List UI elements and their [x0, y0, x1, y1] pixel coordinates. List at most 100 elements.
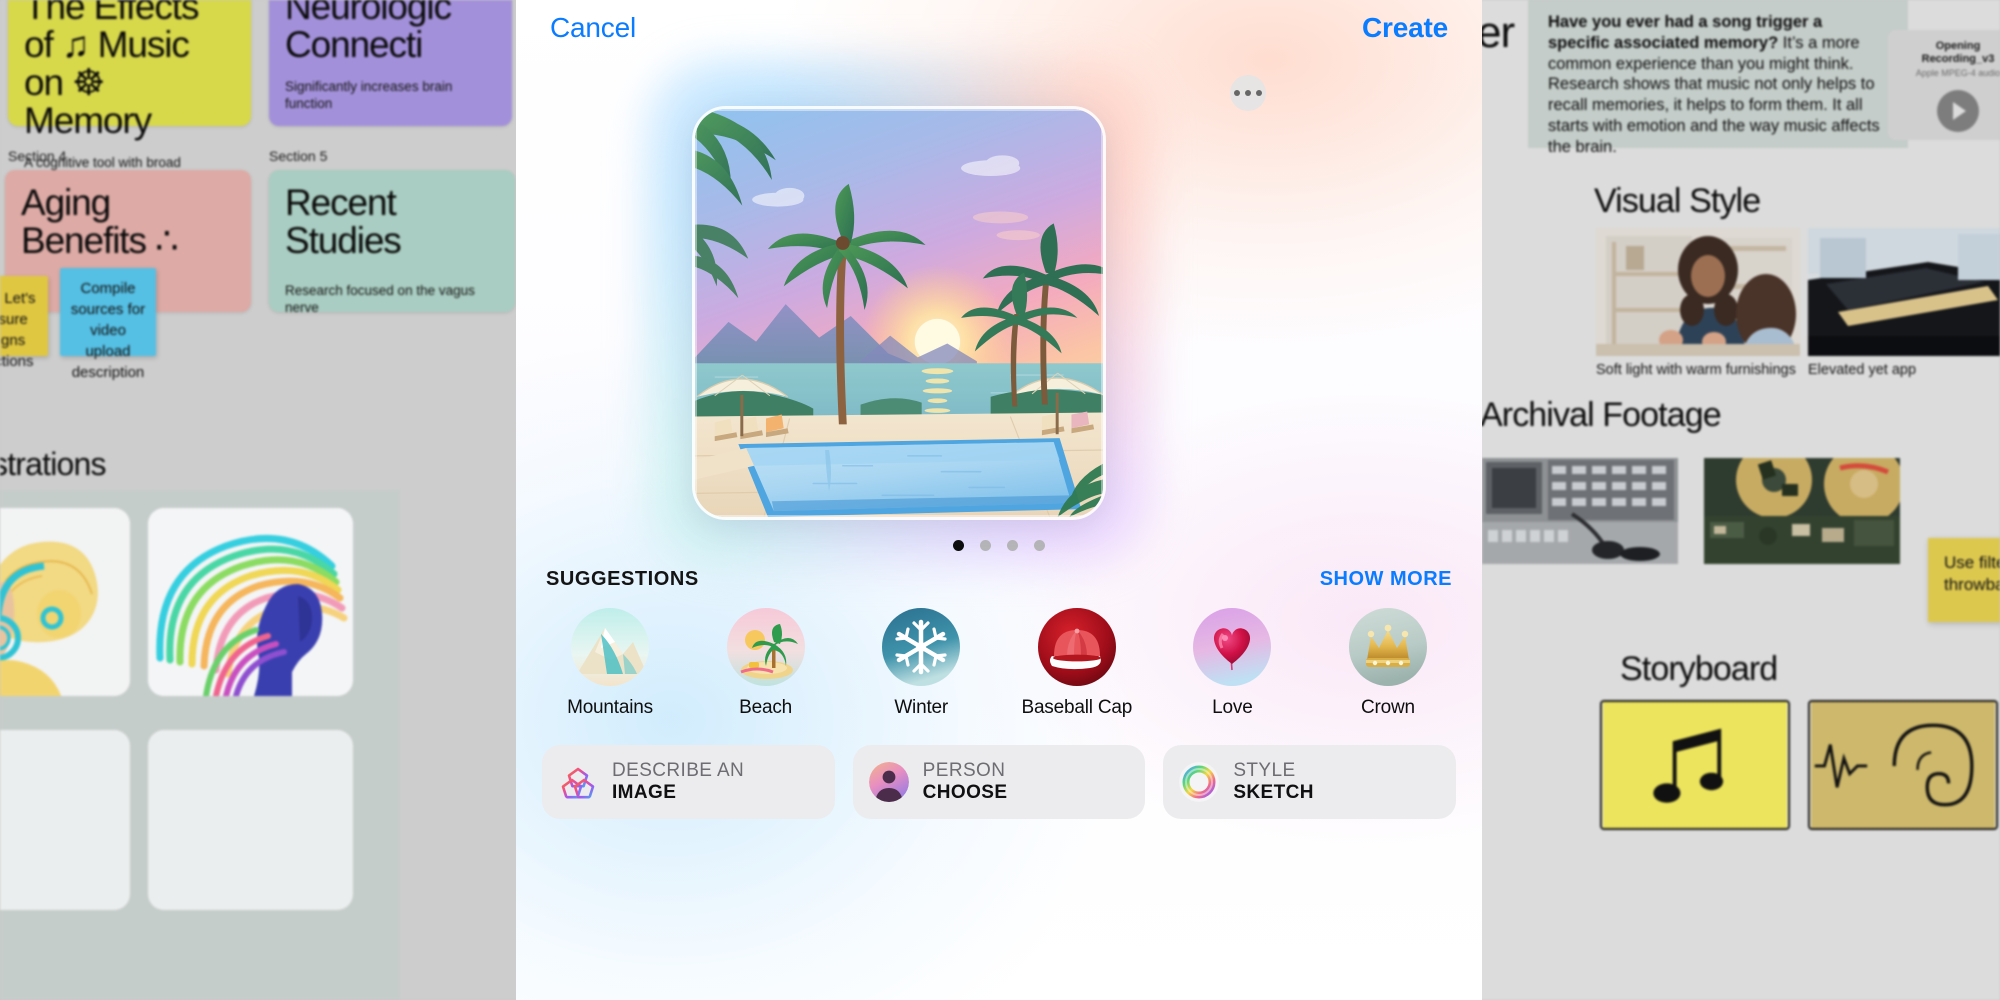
reference-photo[interactable]	[1596, 228, 1800, 356]
suggestion-label: Mountains	[567, 697, 653, 718]
more-options-button[interactable]	[1230, 75, 1266, 111]
describe-an-image-text: DESCRIBE AN IMAGE	[612, 760, 744, 803]
describe-an-image-button[interactable]: DESCRIBE AN IMAGE	[542, 745, 835, 819]
mountain-icon	[571, 608, 649, 686]
show-more-button[interactable]: SHOW MORE	[1320, 568, 1452, 591]
quote-rest: It’s a more common experience than you m…	[1548, 33, 1880, 156]
mountain-glyph	[571, 608, 649, 686]
archival-photo[interactable]	[1704, 458, 1900, 564]
play-icon[interactable]	[1937, 90, 1979, 133]
board-card[interactable]: The Effects of ♫ Music on ☸ Memory A cog…	[8, 0, 251, 188]
suggestion-crown[interactable]: Crown	[1318, 608, 1458, 719]
sticky-note[interactable]: A: Let's e sure aligns ections	[0, 276, 48, 370]
rainbow-hair-illustration	[148, 508, 353, 696]
ellipsis-dot-icon	[1233, 89, 1241, 97]
pill-line-1: PERSON	[922, 760, 1006, 782]
create-button[interactable]: Create	[1362, 12, 1448, 44]
board-card-title: Neurologic Connecti	[285, 0, 452, 66]
ear-waveform-sketch	[1810, 702, 1996, 828]
control-room-photo	[1482, 458, 1678, 564]
audio-attachment-chip[interactable]: Opening Recording_v3 Apple MPEG-4 audio	[1888, 30, 2000, 140]
suggestion-label: Baseball Cap	[1021, 697, 1133, 718]
cap-icon	[1037, 608, 1116, 686]
generated-image-container	[646, 60, 1152, 566]
board-card-title: The Effects of ♫ Music on ☸ Memory	[24, 0, 199, 142]
archival-photo[interactable]	[1482, 458, 1678, 564]
sheet-toolbar: Cancel Create	[516, 0, 1482, 56]
crown-icon	[1348, 608, 1427, 686]
audio-file-type: Apple MPEG-4 audio	[1915, 68, 2000, 79]
style-glyph	[1179, 762, 1220, 802]
beach-glyph	[726, 608, 805, 686]
style-sketch-button[interactable]: STYLE SKETCH	[1163, 745, 1457, 819]
piano-photo	[1808, 228, 2000, 356]
cancel-button[interactable]: Cancel	[550, 12, 636, 44]
pill-line-2: SKETCH	[1233, 782, 1314, 803]
pill-line-2: IMAGE	[612, 782, 677, 803]
suggestion-label: Winter	[894, 697, 949, 718]
suggestion-mountains[interactable]: Mountains	[540, 608, 680, 719]
illustration-tile[interactable]	[0, 730, 130, 910]
ellipsis-dot-icon	[1244, 89, 1252, 97]
crown-glyph	[1348, 608, 1427, 686]
ellipsis-dot-icon	[1255, 89, 1263, 97]
suggestion-label: Love	[1212, 697, 1253, 718]
snowflake-icon	[882, 608, 961, 686]
snowflake-glyph	[882, 608, 961, 686]
section-heading: Storyboard	[1620, 650, 1778, 688]
pager-dot-2[interactable]	[980, 540, 991, 551]
sticky-note[interactable]: Use filters for throwback clips	[1928, 538, 2000, 622]
quote-block: Have you ever had a song trigger a speci…	[1528, 0, 1908, 156]
style-icon	[1179, 762, 1220, 802]
board-card-title: Aging Benefits ∴	[21, 182, 179, 262]
heart-balloon-glyph	[1193, 608, 1272, 686]
suggestion-baseball-cap[interactable]: Baseball Cap	[1007, 608, 1147, 719]
illustration-tile[interactable]	[0, 508, 130, 696]
sticky-note[interactable]: Compile sources for video upload descrip…	[60, 268, 156, 381]
pool-sunset-illustration	[695, 109, 1103, 517]
pager-dot-3[interactable]	[1007, 540, 1018, 551]
person-choose-button[interactable]: PERSON CHOOSE	[852, 745, 1146, 819]
image-pager[interactable]	[516, 540, 1482, 551]
pager-dot-1[interactable]	[953, 540, 964, 551]
storyboard-frame[interactable]	[1808, 700, 1998, 830]
board-card[interactable]: Neurologic Connecti Significantly increa…	[269, 0, 512, 126]
person-glyph	[868, 762, 909, 802]
background-left-board: The Effects of ♫ Music on ☸ Memory A cog…	[0, 0, 520, 1000]
suggestion-label: Crown	[1361, 697, 1415, 718]
pager-dot-4[interactable]	[1034, 540, 1045, 551]
generated-image[interactable]	[692, 106, 1106, 520]
baseball-cap-glyph	[1037, 608, 1116, 686]
audio-file-name: Opening Recording_v3	[1921, 40, 1995, 66]
pill-line-2: CHOOSE	[922, 782, 1008, 803]
image-playground-sheet: Cancel Create SUGGESTIONS SHOW MORE Moun…	[516, 0, 1482, 1000]
board-card-subtitle: Significantly increases brain function	[285, 79, 453, 112]
beach-icon	[726, 608, 805, 686]
playground-glyph	[558, 762, 598, 802]
person-icon	[868, 762, 909, 802]
board-card-title: Recent Studies	[285, 182, 402, 262]
quote-text: Have you ever had a song trigger a speci…	[1548, 12, 1888, 157]
interview-photo	[1596, 228, 1800, 356]
reference-photo[interactable]	[1808, 228, 2000, 356]
person-choose-text: PERSON CHOOSE	[923, 760, 1008, 803]
illustration-tile[interactable]	[148, 730, 353, 910]
headphones-woman-illustration	[0, 508, 130, 696]
storyboard-frame[interactable]	[1600, 700, 1790, 830]
suggestion-label: Beach	[739, 697, 793, 718]
image-playground-icon	[558, 762, 598, 802]
suggestion-winter[interactable]: Winter	[851, 608, 991, 719]
section-label: Section 5	[269, 148, 328, 164]
illustration-tile[interactable]	[148, 508, 353, 696]
suggestions-title: SUGGESTIONS	[546, 568, 699, 590]
heart-balloon-icon	[1193, 608, 1272, 686]
prompt-controls-row: DESCRIBE AN IMAGE PERSON CHOOSE STYLE SK…	[516, 745, 1482, 819]
screen: The Effects of ♫ Music on ☸ Memory A cog…	[0, 0, 2000, 1000]
section-label: Section 4	[8, 148, 67, 164]
photo-caption: Elevated yet app	[1808, 362, 1917, 378]
board-card[interactable]: Recent Studies Research focused on the v…	[269, 170, 515, 315]
pill-line-1: DESCRIBE AN	[612, 760, 745, 782]
suggestion-beach[interactable]: Beach	[696, 608, 836, 719]
suggestion-love[interactable]: Love	[1162, 608, 1302, 719]
section-heading: Visual Style	[1594, 182, 1761, 220]
